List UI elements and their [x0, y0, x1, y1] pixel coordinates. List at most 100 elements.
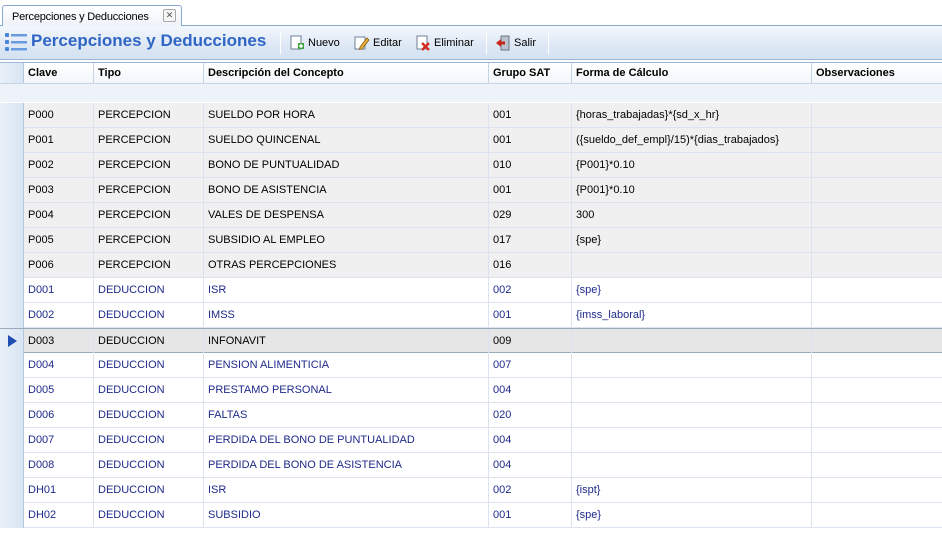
cell-forma-calculo[interactable]: {P001}*0.10: [572, 178, 812, 203]
cell-tipo[interactable]: PERCEPCION: [94, 228, 204, 253]
cell-clave[interactable]: P002: [24, 153, 94, 178]
table-row[interactable]: D007 DEDUCCION PERDIDA DEL BONO DE PUNTUAL…: [0, 428, 942, 453]
cell-grupo-sat[interactable]: 004: [489, 453, 572, 478]
cell-tipo[interactable]: PERCEPCION: [94, 128, 204, 153]
cell-grupo-sat[interactable]: 001: [489, 503, 572, 528]
edit-button[interactable]: Editar: [354, 33, 402, 53]
cell-clave[interactable]: D008: [24, 453, 94, 478]
row-indicator[interactable]: [0, 353, 24, 378]
row-indicator[interactable]: [0, 378, 24, 403]
cell-forma-calculo[interactable]: {spe}: [572, 228, 812, 253]
cell-grupo-sat[interactable]: 001: [489, 303, 572, 328]
cell-forma-calculo[interactable]: [572, 329, 812, 354]
cell-observaciones[interactable]: [812, 453, 942, 478]
cell-observaciones[interactable]: [812, 428, 942, 453]
cell-tipo[interactable]: PERCEPCION: [94, 253, 204, 278]
cell-observaciones[interactable]: [812, 303, 942, 328]
cell-forma-calculo[interactable]: [572, 378, 812, 403]
cell-grupo-sat[interactable]: 002: [489, 478, 572, 503]
tab-percepciones-deducciones[interactable]: Percepciones y Deducciones ✕: [2, 5, 182, 26]
cell-grupo-sat[interactable]: 009: [489, 329, 572, 354]
cell-observaciones[interactable]: [812, 378, 942, 403]
cell-grupo-sat[interactable]: 016: [489, 253, 572, 278]
table-row[interactable]: D005 DEDUCCION PRESTAMO PERSONAL 004: [0, 378, 942, 403]
row-indicator[interactable]: [0, 403, 24, 428]
cell-grupo-sat[interactable]: 029: [489, 203, 572, 228]
table-row[interactable]: D004 DEDUCCION PENSION ALIMENTICIA 007: [0, 353, 942, 378]
table-row[interactable]: DH01 DEDUCCION ISR 002 {ispt}: [0, 478, 942, 503]
cell-grupo-sat[interactable]: 010: [489, 153, 572, 178]
row-indicator[interactable]: [0, 503, 24, 528]
cell-tipo[interactable]: DEDUCCION: [94, 428, 204, 453]
cell-forma-calculo[interactable]: {P001}*0.10: [572, 153, 812, 178]
row-indicator[interactable]: [0, 428, 24, 453]
cell-grupo-sat[interactable]: 004: [489, 378, 572, 403]
row-indicator[interactable]: [0, 203, 24, 228]
row-indicator[interactable]: [0, 453, 24, 478]
cell-grupo-sat[interactable]: 004: [489, 428, 572, 453]
cell-descripcion[interactable]: INFONAVIT: [204, 329, 489, 354]
new-button[interactable]: Nuevo: [289, 33, 340, 53]
row-indicator[interactable]: [0, 329, 24, 354]
cell-forma-calculo[interactable]: [572, 453, 812, 478]
cell-tipo[interactable]: PERCEPCION: [94, 203, 204, 228]
table-row[interactable]: D006 DEDUCCION FALTAS 020: [0, 403, 942, 428]
row-indicator[interactable]: [0, 478, 24, 503]
cell-observaciones[interactable]: [812, 278, 942, 303]
exit-button[interactable]: Salir: [495, 33, 536, 53]
cell-forma-calculo[interactable]: {spe}: [572, 278, 812, 303]
cell-descripcion[interactable]: PENSION ALIMENTICIA: [204, 353, 489, 378]
cell-descripcion[interactable]: IMSS: [204, 303, 489, 328]
close-icon[interactable]: ✕: [163, 9, 176, 22]
row-indicator[interactable]: [0, 128, 24, 153]
cell-clave[interactable]: P000: [24, 103, 94, 128]
cell-clave[interactable]: P001: [24, 128, 94, 153]
cell-descripcion[interactable]: BONO DE PUNTUALIDAD: [204, 153, 489, 178]
cell-forma-calculo[interactable]: [572, 353, 812, 378]
cell-observaciones[interactable]: [812, 178, 942, 203]
cell-clave[interactable]: P003: [24, 178, 94, 203]
cell-grupo-sat[interactable]: 020: [489, 403, 572, 428]
table-row[interactable]: P005 PERCEPCION SUBSIDIO AL EMPLEO 017 {spe}: [0, 228, 942, 253]
cell-tipo[interactable]: DEDUCCION: [94, 453, 204, 478]
table-row[interactable]: D001 DEDUCCION ISR 002 {spe}: [0, 278, 942, 303]
cell-tipo[interactable]: PERCEPCION: [94, 153, 204, 178]
cell-descripcion[interactable]: SUELDO QUINCENAL: [204, 128, 489, 153]
cell-tipo[interactable]: DEDUCCION: [94, 353, 204, 378]
row-indicator[interactable]: [0, 253, 24, 278]
cell-clave[interactable]: D007: [24, 428, 94, 453]
cell-descripcion[interactable]: SUBSIDIO: [204, 503, 489, 528]
table-row[interactable]: P002 PERCEPCION BONO DE PUNTUALIDAD 010 {P00…: [0, 153, 942, 178]
cell-forma-calculo[interactable]: ({sueldo_def_empl}/15)*{dias_trabajados}: [572, 128, 812, 153]
cell-descripcion[interactable]: PERDIDA DEL BONO DE ASISTENCIA: [204, 453, 489, 478]
cell-descripcion[interactable]: OTRAS PERCEPCIONES: [204, 253, 489, 278]
cell-forma-calculo[interactable]: {spe}: [572, 503, 812, 528]
table-row[interactable]: D003 DEDUCCION INFONAVIT 009: [0, 328, 942, 354]
cell-descripcion[interactable]: VALES DE DESPENSA: [204, 203, 489, 228]
cell-clave[interactable]: DH02: [24, 503, 94, 528]
cell-observaciones[interactable]: [812, 128, 942, 153]
cell-tipo[interactable]: DEDUCCION: [94, 329, 204, 354]
cell-observaciones[interactable]: [812, 329, 942, 354]
cell-grupo-sat[interactable]: 002: [489, 278, 572, 303]
table-row[interactable]: P006 PERCEPCION OTRAS PERCEPCIONES 016: [0, 253, 942, 278]
cell-descripcion[interactable]: ISR: [204, 478, 489, 503]
cell-clave[interactable]: D002: [24, 303, 94, 328]
cell-clave[interactable]: P006: [24, 253, 94, 278]
cell-grupo-sat[interactable]: 001: [489, 103, 572, 128]
cell-tipo[interactable]: DEDUCCION: [94, 378, 204, 403]
row-indicator[interactable]: [0, 228, 24, 253]
cell-descripcion[interactable]: ISR: [204, 278, 489, 303]
table-row[interactable]: D008 DEDUCCION PERDIDA DEL BONO DE ASISTEN…: [0, 453, 942, 478]
cell-forma-calculo[interactable]: 300: [572, 203, 812, 228]
cell-forma-calculo[interactable]: [572, 403, 812, 428]
cell-forma-calculo[interactable]: [572, 428, 812, 453]
cell-observaciones[interactable]: [812, 403, 942, 428]
table-row[interactable]: P004 PERCEPCION VALES DE DESPENSA 029 300: [0, 203, 942, 228]
cell-forma-calculo[interactable]: {ispt}: [572, 478, 812, 503]
cell-tipo[interactable]: DEDUCCION: [94, 278, 204, 303]
cell-clave[interactable]: D001: [24, 278, 94, 303]
cell-clave[interactable]: DH01: [24, 478, 94, 503]
cell-grupo-sat[interactable]: 001: [489, 128, 572, 153]
cell-forma-calculo[interactable]: {imss_laboral}: [572, 303, 812, 328]
